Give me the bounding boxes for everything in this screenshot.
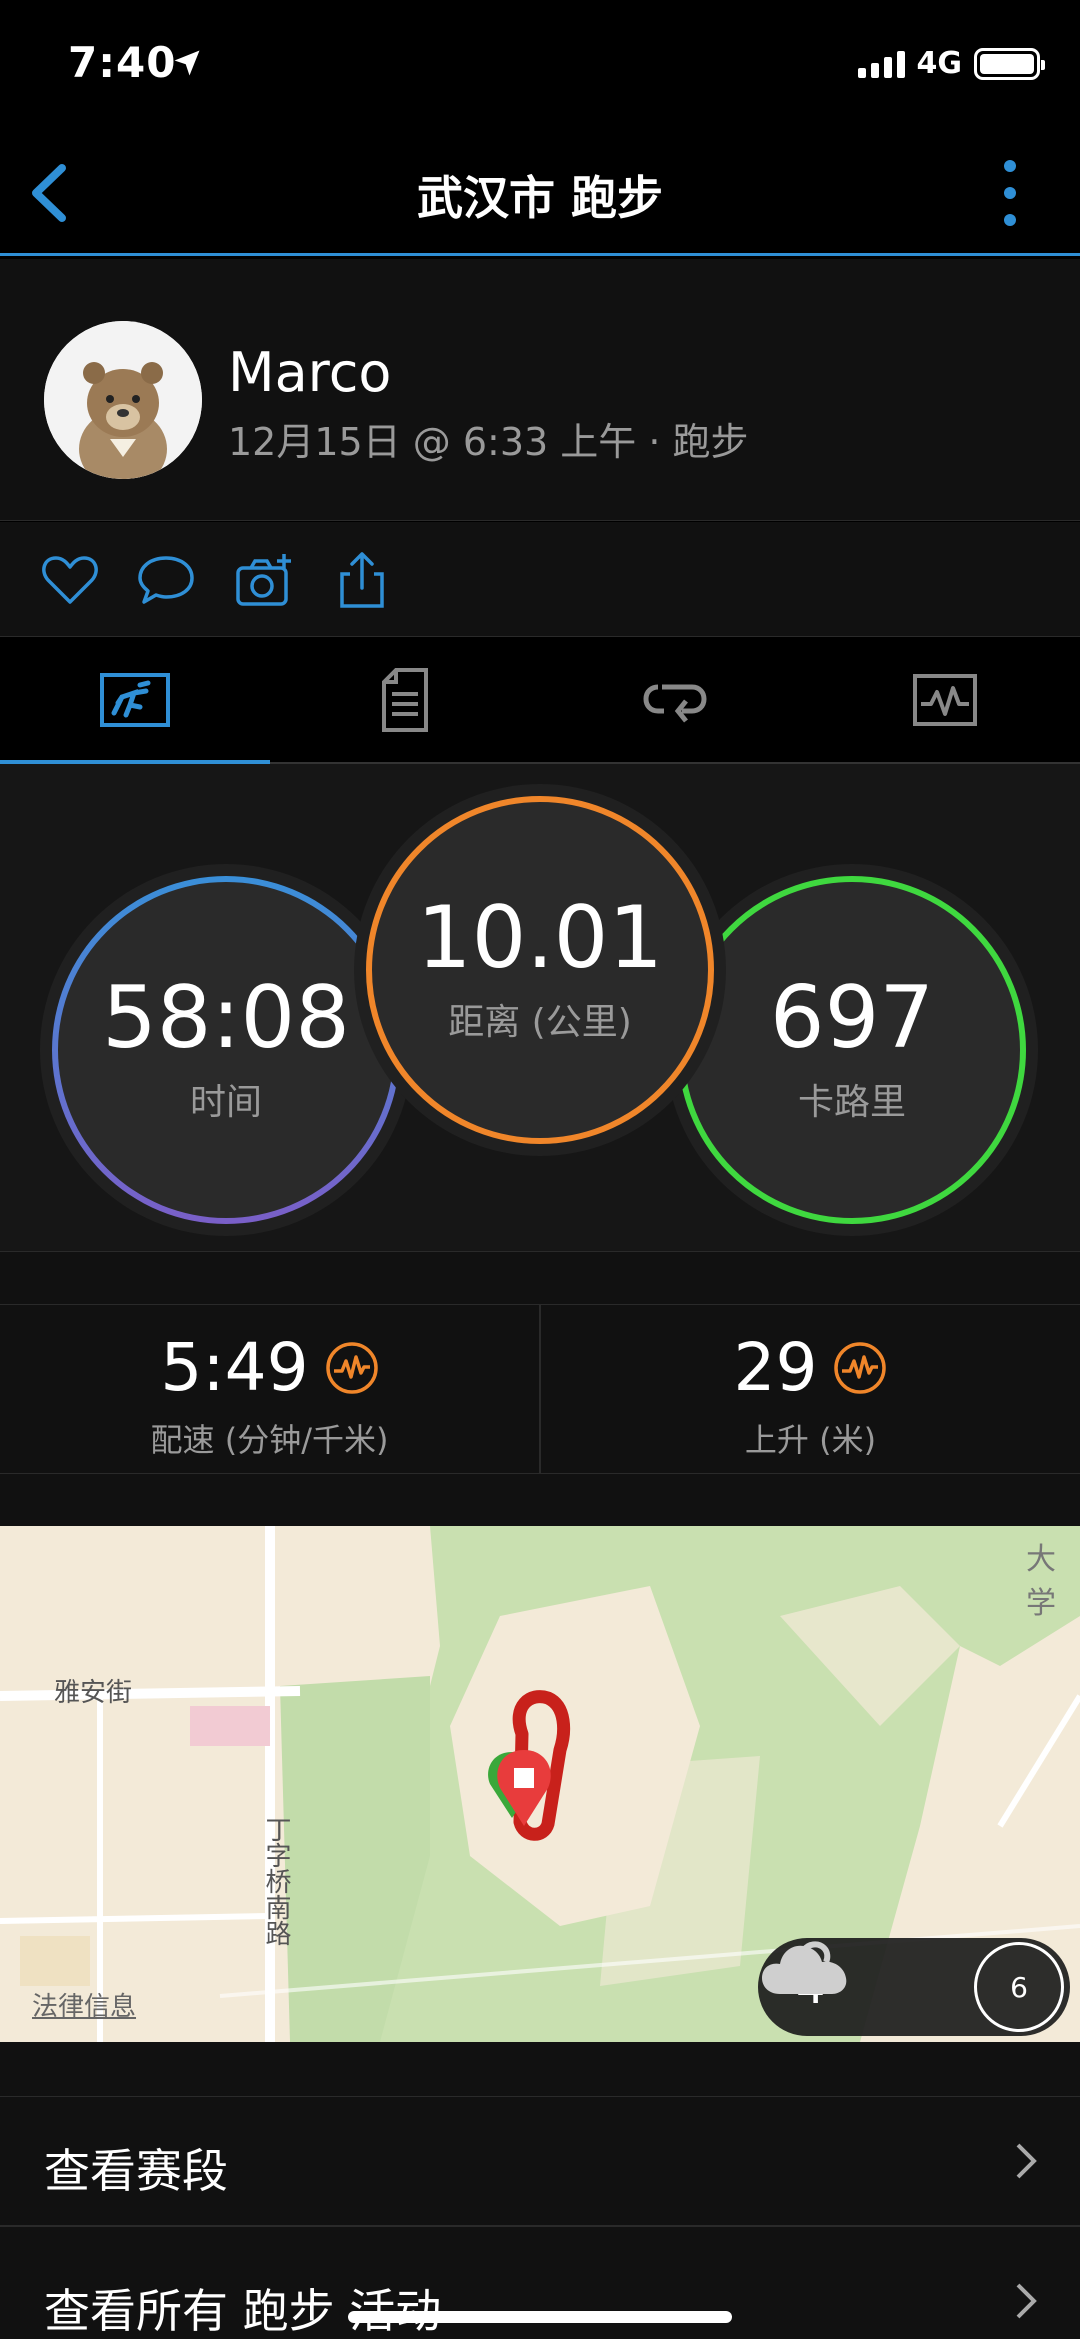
comment-icon[interactable] (136, 550, 196, 610)
page-title: 武汉市 跑步 (416, 171, 663, 225)
network-type: 4G (916, 46, 963, 81)
avatar[interactable] (44, 321, 202, 479)
share-icon[interactable] (332, 550, 392, 610)
tab-bar (0, 636, 1080, 765)
uv-index: 6 (974, 1942, 1064, 2032)
tab-charts[interactable] (810, 637, 1080, 763)
activity-meta: 12月15日 @ 6:33 上午 · 跑步 (228, 420, 749, 464)
view-all-activities-label: 查看所有 跑步 活动 (44, 2284, 442, 2338)
chevron-right-icon (1016, 2283, 1037, 2319)
section-gap (0, 1252, 1080, 1304)
metrics-row: 5:49 配速 (分钟/千米) 29 上升 (米) (0, 1304, 1080, 1474)
calories-label: 卡路里 (797, 1082, 906, 1123)
add-photo-icon[interactable] (234, 550, 294, 610)
time-label: 时间 (189, 1082, 262, 1123)
calories-value: 697 (769, 968, 935, 1068)
action-bar (0, 522, 1080, 636)
battery-icon (974, 47, 1045, 80)
status-bar: 7:40 4G (0, 0, 1080, 130)
like-icon[interactable] (40, 550, 100, 610)
stats-panel: 58:08 时间 697 卡路里 10.01 距离 (公里) (0, 764, 1080, 1252)
more-options-icon[interactable] (1004, 160, 1020, 226)
route-map[interactable]: 雅安街 丁字桥南路 大学 法律信息 4° 6 (0, 1526, 1080, 2042)
nav-bar: 武汉市 跑步 (0, 130, 1080, 256)
distance-value: 10.01 (416, 888, 664, 988)
document-icon (382, 668, 428, 732)
weather-badge[interactable]: 4° 6 (758, 1938, 1070, 2036)
ascent-value: 29 (733, 1329, 818, 1406)
cloud-icon (762, 1941, 847, 1994)
location-arrow-icon (174, 50, 200, 76)
repeat-icon (643, 684, 707, 723)
street-label: 雅安街 (54, 1678, 133, 1708)
tab-laps[interactable] (540, 637, 810, 763)
pulse-icon (325, 1342, 378, 1394)
user-name[interactable]: Marco (228, 341, 391, 404)
chart-icon (913, 674, 977, 726)
pace-metric[interactable]: 5:49 配速 (分钟/千米) (0, 1305, 539, 1473)
area-label: 大学 (1026, 1542, 1056, 1621)
ascent-metric[interactable]: 29 上升 (米) (541, 1305, 1080, 1473)
pulse-icon (834, 1342, 887, 1394)
home-indicator[interactable] (348, 2311, 732, 2323)
tab-details[interactable] (270, 637, 540, 763)
legal-link[interactable]: 法律信息 (32, 1986, 136, 2023)
pace-label: 配速 (分钟/千米) (150, 1421, 389, 1459)
signal-icon (857, 50, 905, 78)
street-label: 丁字桥南路 (261, 1816, 291, 1946)
tab-summary[interactable] (0, 637, 270, 765)
section-gap (0, 1474, 1080, 1526)
time-ring: 58:08 时间 (52, 876, 400, 1224)
chevron-right-icon (1016, 2143, 1037, 2179)
section-gap (0, 2042, 1080, 2096)
distance-ring: 10.01 距离 (公里) (366, 796, 714, 1144)
run-icon (100, 673, 170, 727)
view-segments-label: 查看赛段 (44, 2144, 228, 2198)
distance-label: 距离 (公里) (448, 1002, 632, 1043)
view-segments-row[interactable]: 查看赛段 (0, 2096, 1080, 2226)
status-indicators: 4G (857, 46, 1045, 81)
time-value: 58:08 (102, 968, 350, 1068)
pace-value: 5:49 (160, 1329, 309, 1406)
activity-header: Marco 12月15日 @ 6:33 上午 · 跑步 (0, 259, 1080, 521)
calories-ring: 697 卡路里 (678, 876, 1026, 1224)
status-time: 7:40 (68, 38, 177, 87)
ascent-label: 上升 (米) (744, 1421, 877, 1459)
